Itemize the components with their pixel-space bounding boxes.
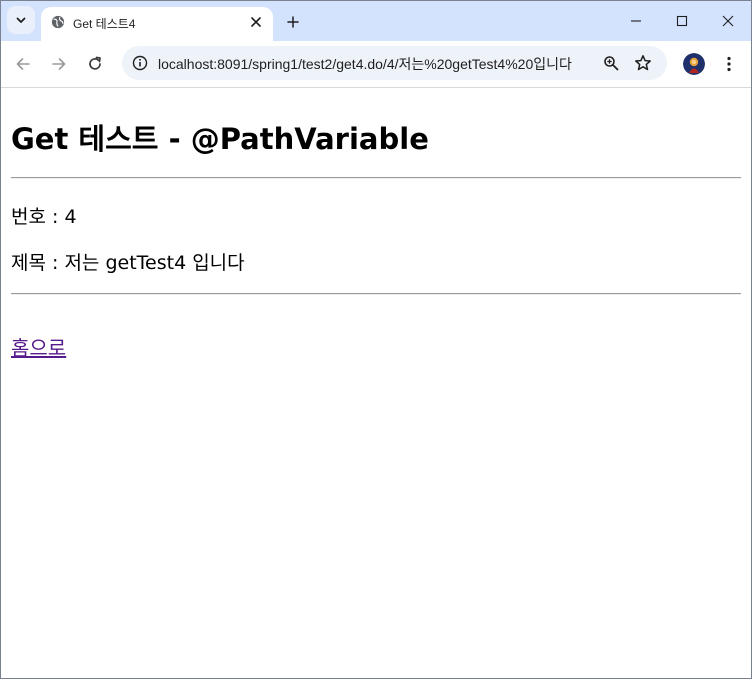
number-value: 4 (64, 206, 77, 228)
reload-button[interactable] (82, 51, 108, 77)
divider (11, 293, 741, 295)
browser-toolbar: localhost:8091/spring1/test2/get4.do/4/저… (1, 41, 751, 88)
title-row: 제목 : 저는 getTest4 입니다 (11, 248, 245, 275)
maximize-button[interactable] (668, 9, 696, 33)
number-row: 번호 : 4 (11, 202, 77, 229)
arrow-right-icon (52, 58, 66, 70)
site-info-button[interactable] (128, 51, 152, 75)
maximize-icon (676, 15, 688, 27)
window-close-button[interactable] (714, 9, 742, 33)
address-bar[interactable]: localhost:8091/spring1/test2/get4.do/4/저… (122, 46, 667, 80)
minimize-icon (631, 20, 641, 22)
zoom-in-icon (604, 56, 619, 71)
minimize-button[interactable] (622, 9, 650, 33)
forward-button[interactable] (46, 51, 72, 77)
reload-icon (89, 56, 101, 70)
browser-window: Get 테스트4 localhost:8091/spring1/test2/ge… (0, 0, 752, 679)
tab-search-button[interactable] (7, 6, 35, 34)
profile-avatar[interactable] (683, 53, 705, 75)
number-label: 번호 : (11, 206, 65, 228)
url-text[interactable]: localhost:8091/spring1/test2/get4.do/4/저… (158, 54, 590, 74)
plus-icon (287, 16, 299, 28)
arrow-left-icon (16, 58, 30, 70)
tab-close-button[interactable] (247, 13, 265, 31)
tab-strip: Get 테스트4 (1, 1, 751, 41)
avatar-icon (683, 53, 705, 75)
divider (11, 177, 741, 179)
close-icon (722, 15, 734, 27)
active-tab[interactable]: Get 테스트4 (41, 7, 273, 41)
page-heading: Get 테스트 - @PathVariable (11, 122, 429, 156)
tab-title: Get 테스트4 (73, 17, 136, 31)
star-icon (635, 55, 651, 71)
info-icon (132, 55, 148, 71)
title-label: 제목 : (11, 252, 65, 274)
globe-icon (51, 15, 65, 29)
title-value: 저는 getTest4 입니다 (64, 252, 245, 274)
new-tab-button[interactable] (282, 11, 304, 33)
browser-menu-button[interactable] (717, 51, 741, 77)
page-content: Get 테스트 - @PathVariable 번호 : 4 제목 : 저는 g… (1, 88, 751, 678)
zoom-button[interactable] (599, 51, 623, 75)
home-link[interactable]: 홈으로 (11, 332, 66, 361)
more-vertical-icon (727, 56, 731, 72)
bookmark-button[interactable] (631, 51, 655, 75)
back-button[interactable] (10, 51, 36, 77)
chevron-down-icon (16, 17, 26, 23)
close-icon (251, 17, 261, 27)
